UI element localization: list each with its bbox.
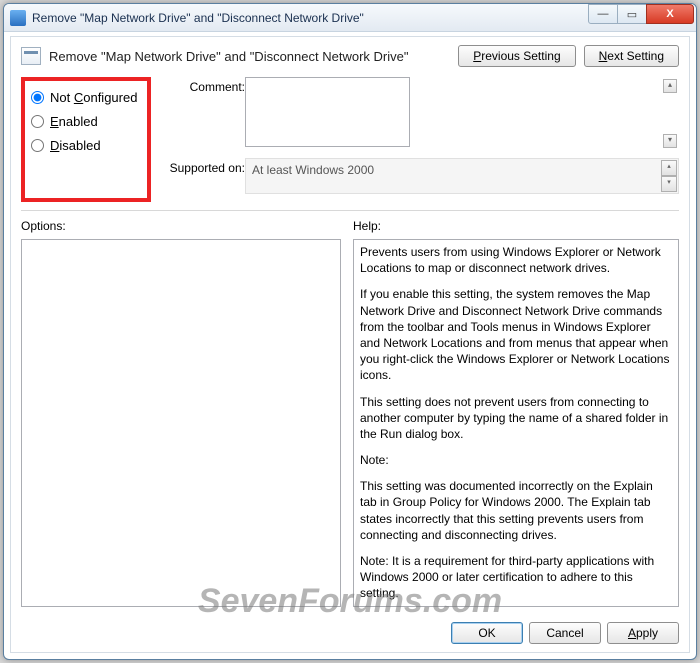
policy-icon	[21, 47, 41, 65]
radio-enabled-input[interactable]	[31, 115, 44, 128]
apply-button[interactable]: Apply	[607, 622, 679, 644]
previous-setting-button[interactable]: Previous Setting	[458, 45, 575, 67]
help-label: Help:	[353, 219, 679, 233]
minimize-button[interactable]: —	[588, 4, 618, 24]
dialog-window: Remove "Map Network Drive" and "Disconne…	[3, 3, 697, 660]
divider	[21, 210, 679, 211]
title-bar[interactable]: Remove "Map Network Drive" and "Disconne…	[4, 4, 696, 32]
help-text: Note:	[360, 452, 672, 468]
scroll-down-icon[interactable]: ▾	[663, 134, 677, 148]
state-radio-group: Not Configured Enabled Disabled	[21, 77, 151, 202]
help-text: This setting does not prevent users from…	[360, 394, 672, 443]
help-text: This setting was documented incorrectly …	[360, 478, 672, 543]
scroll-up-icon[interactable]: ▴	[663, 79, 677, 93]
cancel-button[interactable]: Cancel	[529, 622, 601, 644]
comment-label: Comment:	[163, 77, 245, 150]
radio-disabled[interactable]: Disabled	[31, 138, 139, 153]
options-box	[21, 239, 341, 607]
help-text: Note: It is a requirement for third-part…	[360, 553, 672, 602]
dialog-footer: OK Cancel Apply	[451, 622, 679, 644]
supported-label: Supported on:	[163, 158, 245, 194]
client-area: Remove "Map Network Drive" and "Disconne…	[10, 36, 690, 653]
radio-disabled-input[interactable]	[31, 139, 44, 152]
radio-enabled[interactable]: Enabled	[31, 114, 139, 129]
options-label: Options:	[21, 219, 341, 233]
comment-textarea[interactable]	[245, 77, 410, 147]
radio-not-configured[interactable]: Not Configured	[31, 90, 139, 105]
radio-not-configured-input[interactable]	[31, 91, 44, 104]
window-controls: — ▭ X	[589, 4, 694, 24]
close-button[interactable]: X	[646, 4, 694, 24]
header-row: Remove "Map Network Drive" and "Disconne…	[11, 37, 689, 73]
window-title: Remove "Map Network Drive" and "Disconne…	[32, 11, 364, 25]
ok-button[interactable]: OK	[451, 622, 523, 644]
help-box[interactable]: Prevents users from using Windows Explor…	[353, 239, 679, 607]
next-setting-button[interactable]: Next Setting	[584, 45, 679, 67]
help-text: Prevents users from using Windows Explor…	[360, 244, 672, 276]
help-text: If you enable this setting, the system r…	[360, 286, 672, 383]
maximize-button[interactable]: ▭	[617, 4, 647, 24]
policy-title: Remove "Map Network Drive" and "Disconne…	[49, 49, 458, 64]
window-icon	[10, 10, 26, 26]
supported-scroll[interactable]: ▴▾	[661, 160, 677, 192]
supported-on-value: At least Windows 2000 ▴▾	[245, 158, 679, 194]
